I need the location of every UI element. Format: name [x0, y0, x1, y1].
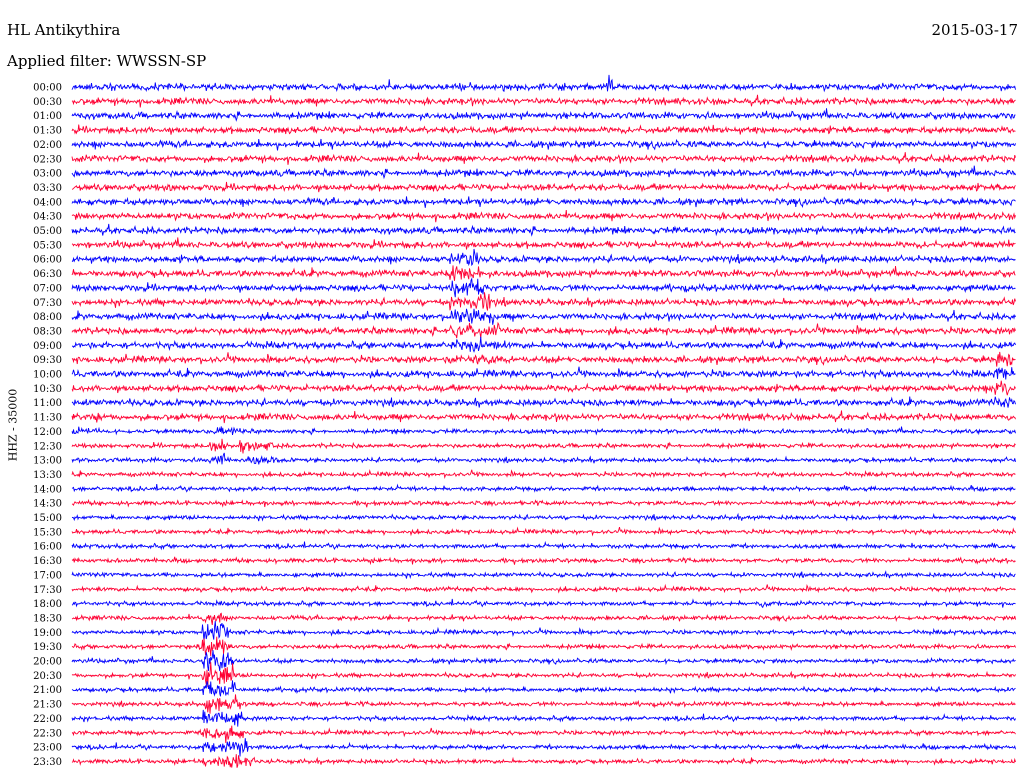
trace-1230	[71, 438, 1016, 454]
trace-1730	[71, 583, 1016, 594]
trace-1630	[71, 556, 1016, 566]
row-label-0900: 09:00	[33, 341, 62, 352]
trace-1330	[71, 469, 1016, 480]
trace-1700	[71, 570, 1016, 580]
trace-0830	[71, 321, 1016, 339]
trace-1130	[71, 410, 1016, 424]
trace-0100	[71, 108, 1016, 122]
trace-0600	[71, 248, 1016, 267]
row-label-1700: 17:00	[33, 570, 62, 581]
row-label-1630: 16:30	[33, 556, 62, 567]
row-label-0400: 04:00	[33, 197, 62, 208]
trace-1800	[71, 598, 1016, 609]
row-label-2300: 23:00	[33, 743, 62, 754]
row-label-0000: 00:00	[33, 83, 62, 94]
trace-0500	[71, 223, 1016, 237]
row-label-1500: 15:00	[33, 513, 62, 524]
trace-1900	[71, 621, 1016, 642]
trace-0400	[71, 196, 1016, 208]
trace-2030	[71, 662, 1016, 688]
row-label-2330: 23:30	[33, 757, 62, 768]
row-label-1000: 10:00	[33, 370, 62, 381]
trace-0730	[71, 292, 1016, 311]
trace-2300	[71, 738, 1016, 757]
row-label-1300: 13:00	[33, 456, 62, 467]
trace-0330	[71, 181, 1016, 193]
trace-1430	[71, 498, 1016, 508]
trace-0630	[71, 265, 1016, 281]
row-label-0100: 01:00	[33, 111, 62, 122]
row-label-0930: 09:30	[33, 355, 62, 366]
trace-1600	[71, 540, 1016, 551]
trace-0930	[71, 351, 1016, 367]
row-label-0330: 03:30	[33, 183, 62, 194]
row-label-2100: 21:00	[33, 685, 62, 696]
row-label-1130: 11:30	[33, 413, 62, 424]
row-label-1530: 15:30	[33, 527, 62, 538]
trace-2130	[71, 694, 1016, 714]
row-label-1200: 12:00	[33, 427, 62, 438]
trace-1530	[71, 526, 1016, 537]
row-label-0630: 06:30	[33, 269, 62, 280]
row-label-2030: 20:30	[33, 671, 62, 682]
trace-0230	[71, 152, 1016, 165]
trace-2230	[71, 725, 1016, 743]
trace-1300	[71, 452, 1016, 465]
row-label-0430: 04:30	[33, 212, 62, 223]
trace-1400	[71, 483, 1016, 493]
row-label-1100: 11:00	[33, 398, 62, 409]
row-label-1730: 17:30	[33, 585, 62, 596]
trace-1100	[71, 396, 1016, 409]
trace-2330	[71, 754, 1016, 768]
trace-0700	[71, 277, 1016, 298]
trace-1200	[71, 426, 1016, 436]
trace-1000	[71, 366, 1016, 380]
row-label-2230: 22:30	[33, 728, 62, 739]
row-label-0530: 05:30	[33, 240, 62, 251]
trace-1830	[71, 612, 1016, 625]
trace-0030	[71, 94, 1016, 108]
trace-0200	[71, 138, 1016, 151]
row-label-1400: 14:00	[33, 484, 62, 495]
trace-2200	[71, 709, 1016, 727]
row-label-0830: 08:30	[33, 326, 62, 337]
row-label-0800: 08:00	[33, 312, 62, 323]
row-label-1800: 18:00	[33, 599, 62, 610]
row-label-0230: 02:30	[33, 154, 62, 165]
row-label-0500: 05:00	[33, 226, 62, 237]
row-label-0200: 02:00	[33, 140, 62, 151]
row-label-0700: 07:00	[33, 283, 62, 294]
row-label-0130: 01:30	[33, 126, 62, 137]
trace-0300	[71, 165, 1016, 180]
trace-0800	[71, 308, 1016, 325]
row-label-2130: 21:30	[33, 700, 62, 711]
row-label-0300: 03:00	[33, 169, 62, 180]
helicorder-plot: 00:00 00:30 01:00 01:30 02:00 02:30 03:00 03:30…	[33, 74, 1016, 768]
row-label-0030: 00:30	[33, 97, 62, 108]
trace-0900	[71, 336, 1016, 353]
row-label-2200: 22:00	[33, 714, 62, 725]
trace-0130	[71, 124, 1016, 135]
row-label-1330: 13:30	[33, 470, 62, 481]
trace-1500	[71, 512, 1016, 522]
row-label-1930: 19:30	[33, 642, 62, 653]
row-label-1830: 18:30	[33, 613, 62, 624]
trace-2100	[71, 680, 1016, 697]
row-label-1030: 10:30	[33, 384, 62, 395]
trace-2000	[71, 650, 1016, 672]
row-label-1230: 12:30	[33, 441, 62, 452]
row-label-0600: 06:00	[33, 255, 62, 266]
trace-1030	[71, 380, 1016, 396]
trace-0000	[71, 74, 1016, 93]
row-label-2000: 20:00	[33, 657, 62, 668]
trace-0530	[71, 237, 1016, 251]
row-label-1430: 14:30	[33, 499, 62, 510]
trace-0430	[71, 210, 1016, 223]
row-label-1900: 19:00	[33, 628, 62, 639]
row-label-0730: 07:30	[33, 298, 62, 309]
row-label-1600: 16:00	[33, 542, 62, 553]
